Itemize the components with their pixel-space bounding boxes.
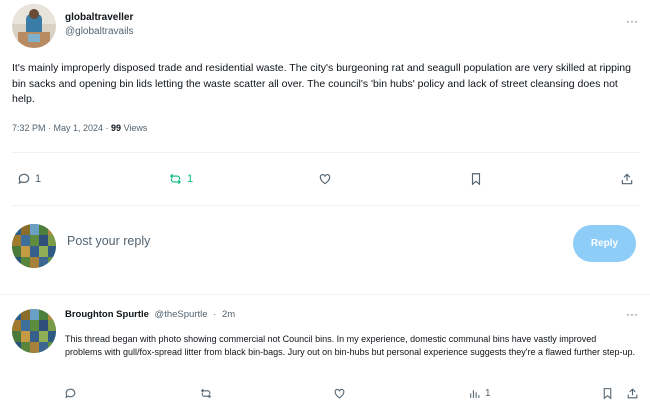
- post-display-name[interactable]: globaltraveller: [65, 12, 133, 23]
- reply-share-button[interactable]: [626, 387, 639, 400]
- reply-icon: [64, 387, 77, 400]
- divider-actions: [12, 205, 640, 206]
- reply-time[interactable]: 2m: [222, 309, 235, 320]
- post-more-button[interactable]: ···: [626, 14, 638, 28]
- post-like-button[interactable]: [318, 172, 332, 186]
- post-repost-button[interactable]: 1: [168, 172, 193, 186]
- reply-bookmark-button[interactable]: [601, 387, 614, 400]
- post-handle[interactable]: @globaltravails: [65, 26, 134, 37]
- post-views-label: Views: [121, 123, 148, 133]
- reply-views-button[interactable]: 1: [468, 387, 491, 400]
- heart-icon: [318, 172, 332, 186]
- post-text: It's mainly improperly disposed trade an…: [12, 62, 631, 105]
- repost-icon: [168, 172, 183, 186]
- reply-input[interactable]: Post your reply: [67, 234, 547, 248]
- reply-like-button[interactable]: [333, 387, 346, 400]
- post-bookmark-button[interactable]: [469, 172, 483, 186]
- post-meta: 7:32 PM · May 1, 2024 · 99 Views: [12, 123, 147, 133]
- reply-avatar[interactable]: [12, 309, 56, 353]
- reply-header: Broughton Spurtle @theSpurtle · 2m: [65, 309, 235, 320]
- composer-avatar[interactable]: [12, 224, 56, 268]
- bookmark-icon: [469, 172, 483, 186]
- reply-submit-button[interactable]: Reply: [573, 225, 636, 262]
- post-views-count: 99: [111, 123, 122, 133]
- share-icon: [626, 387, 639, 400]
- reply-views-count: 1: [485, 388, 491, 399]
- post-repost-count: 1: [187, 173, 194, 185]
- share-icon: [620, 172, 634, 186]
- divider-meta: [12, 152, 640, 153]
- post-reply-button[interactable]: 1: [17, 172, 41, 186]
- heart-icon: [333, 387, 346, 400]
- post-reply-count: 1: [35, 173, 42, 185]
- reply-text: This thread began with photo showing com…: [65, 334, 636, 357]
- reply-more-button[interactable]: ···: [626, 307, 638, 321]
- post-share-button[interactable]: [620, 172, 634, 186]
- reply-reply-button[interactable]: [64, 387, 77, 400]
- post-timestamp[interactable]: 7:32 PM · May 1, 2024 ·: [12, 123, 111, 133]
- reply-separator: ·: [213, 309, 217, 320]
- repost-icon: [199, 387, 213, 400]
- reply-display-name[interactable]: Broughton Spurtle: [65, 309, 149, 320]
- reply-icon: [17, 172, 31, 186]
- post-avatar[interactable]: [12, 4, 56, 48]
- bar-chart-icon: [468, 387, 481, 400]
- reply-repost-button[interactable]: [199, 387, 213, 400]
- divider-composer: [0, 294, 650, 295]
- reply-handle[interactable]: @theSpurtle: [155, 309, 208, 320]
- bookmark-icon: [601, 387, 614, 400]
